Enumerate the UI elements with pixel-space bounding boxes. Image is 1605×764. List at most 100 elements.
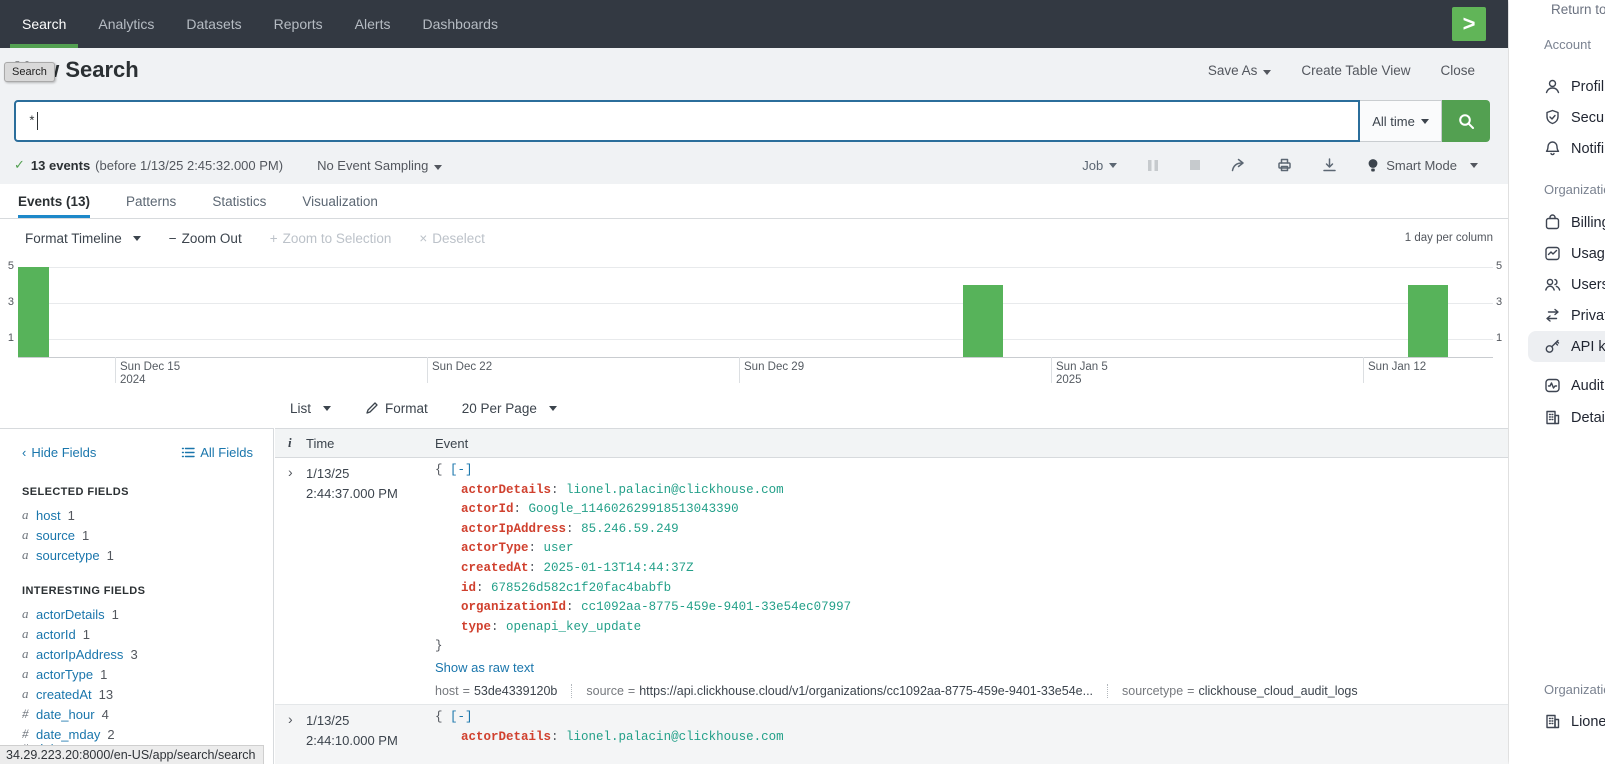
event-row: › 1/13/25 2:44:10.000 PM { [-] actorDeta… xyxy=(275,705,1508,764)
menu-item-notifications[interactable]: Notifi xyxy=(1544,140,1604,157)
json-line[interactable]: actorDetails: lionel.palacin@clickhouse.… xyxy=(435,481,1508,501)
json-colon: : xyxy=(529,561,537,575)
zoom-to-selection-button[interactable]: +Zoom to Selection xyxy=(270,231,392,246)
search-button[interactable] xyxy=(1442,100,1490,142)
stop-button[interactable] xyxy=(1189,159,1201,171)
nav-item-dashboards[interactable]: Dashboards xyxy=(406,0,514,48)
tab-events[interactable]: Events (13) xyxy=(18,184,90,218)
column-info: i xyxy=(275,435,306,451)
json-line[interactable]: organizationId: cc1092aa-8775-459e-9401-… xyxy=(435,598,1508,618)
menu-item-organization[interactable]: Lione xyxy=(1544,713,1605,730)
menu-item-audit[interactable]: Audit xyxy=(1544,377,1604,394)
timeline-bar[interactable] xyxy=(18,267,49,357)
per-page-dropdown[interactable]: 20 Per Page xyxy=(462,401,557,416)
json-line[interactable]: type: openapi_key_update xyxy=(435,618,1508,638)
save-as-button[interactable]: Save As xyxy=(1208,63,1272,78)
json-colon: : xyxy=(514,502,522,516)
organization-switcher-title: Organizatio xyxy=(1544,682,1605,697)
export-button[interactable] xyxy=(1322,158,1337,172)
print-button[interactable] xyxy=(1277,158,1292,172)
pause-button[interactable] xyxy=(1147,159,1159,172)
menu-item-api-keys[interactable]: API ke xyxy=(1544,338,1605,355)
json-line[interactable]: actorIpAddress: 85.246.59.249 xyxy=(435,520,1508,540)
nav-label: Dashboards xyxy=(422,16,498,32)
json-line[interactable]: createdAt: 2025-01-13T14:44:37Z xyxy=(435,559,1508,579)
nav-item-analytics[interactable]: Analytics xyxy=(82,0,170,48)
tab-statistics[interactable]: Statistics xyxy=(212,184,266,218)
expand-chevron-icon[interactable]: › xyxy=(275,708,306,764)
building-icon xyxy=(1544,713,1561,730)
menu-item-users[interactable]: Users xyxy=(1544,276,1605,293)
check-icon: ✓ xyxy=(14,157,25,173)
deselect-button[interactable]: ×Deselect xyxy=(419,231,484,246)
x-axis-label: Sun Dec 22 xyxy=(432,361,492,374)
splunk-logo-icon[interactable]: > xyxy=(1452,7,1486,41)
json-key: id xyxy=(461,581,476,595)
json-line[interactable]: actorDetails: lionel.palacin@clickhouse.… xyxy=(435,728,1508,748)
tab-patterns[interactable]: Patterns xyxy=(126,184,176,218)
magnifier-icon xyxy=(1458,113,1475,130)
menu-item-usage[interactable]: Usag xyxy=(1544,245,1605,262)
expand-chevron-icon[interactable]: › xyxy=(275,461,306,704)
event-count-range: (before 1/13/25 2:45:32.000 PM) xyxy=(95,158,283,173)
close-button[interactable]: Close xyxy=(1440,63,1475,78)
users-icon xyxy=(1544,276,1561,293)
event-sampling-dropdown[interactable]: No Event Sampling xyxy=(317,158,442,173)
format-results-button[interactable]: Format xyxy=(365,401,428,416)
tab-visualization[interactable]: Visualization xyxy=(302,184,378,218)
field-date-mday[interactable]: #date_mday2 xyxy=(22,724,253,744)
field-type-glyph: a xyxy=(22,666,36,682)
menu-item-security[interactable]: Secur xyxy=(1544,109,1605,126)
field-actorDetails[interactable]: aactorDetails1 xyxy=(22,604,253,624)
json-colon: : xyxy=(566,600,574,614)
nav-item-datasets[interactable]: Datasets xyxy=(170,0,257,48)
meta-host[interactable]: host=53de4339120b xyxy=(435,684,557,698)
json-line[interactable]: id: 678526d582c1f20fac4babfb xyxy=(435,579,1508,599)
timeline-bar[interactable] xyxy=(1408,285,1448,357)
field-date-hour[interactable]: #date_hour4 xyxy=(22,704,253,724)
field-actorIpAddress[interactable]: aactorIpAddress3 xyxy=(22,644,253,664)
json-line[interactable]: actorType: user xyxy=(435,539,1508,559)
field-sourcetype[interactable]: asourcetype1 xyxy=(22,545,253,565)
share-button[interactable] xyxy=(1231,158,1247,172)
menu-item-details[interactable]: Detai xyxy=(1544,409,1605,426)
json-line[interactable]: actorId: Google_114602629918513043390 xyxy=(435,500,1508,520)
list-view-dropdown[interactable]: List xyxy=(290,401,331,416)
job-menu-button[interactable]: Job xyxy=(1082,158,1117,173)
json-collapse-toggle[interactable]: [-] xyxy=(450,463,473,477)
field-createdAt[interactable]: acreatedAt13 xyxy=(22,684,253,704)
x-axis-label: Sun Jan 52025 xyxy=(1056,361,1108,387)
format-timeline-dropdown[interactable]: Format Timeline xyxy=(25,231,141,246)
return-to-link[interactable]: Return to xyxy=(1551,2,1605,17)
results-toolbar: List Format 20 Per Page xyxy=(0,388,1508,428)
timeline-bar[interactable] xyxy=(963,285,1003,357)
meta-sourcetype[interactable]: sourcetype=clickhouse_cloud_audit_logs xyxy=(1107,684,1358,698)
timeline-controls: Format Timeline −Zoom Out +Zoom to Selec… xyxy=(0,220,1508,256)
field-host[interactable]: ahost1 xyxy=(22,505,253,525)
show-raw-text-link[interactable]: Show as raw text xyxy=(435,660,534,675)
menu-item-profile[interactable]: Profil xyxy=(1544,78,1604,95)
event-row: › 1/13/25 2:44:37.000 PM { [-] actorDeta… xyxy=(275,458,1508,705)
field-source[interactable]: asource1 xyxy=(22,525,253,545)
field-actorType[interactable]: aactorType1 xyxy=(22,664,253,684)
event-time-cell: 1/13/25 2:44:10.000 PM xyxy=(306,708,435,764)
json-colon: : xyxy=(551,730,559,744)
field-type-glyph: a xyxy=(22,507,36,523)
json-collapse-toggle[interactable]: [-] xyxy=(450,710,473,724)
zoom-out-button[interactable]: −Zoom Out xyxy=(169,231,242,246)
menu-item-private[interactable]: Privat xyxy=(1544,307,1605,324)
field-actorId[interactable]: aactorId1 xyxy=(22,624,253,644)
search-mode-dropdown[interactable]: Smart Mode xyxy=(1367,158,1478,173)
menu-item-billing[interactable]: Billing xyxy=(1544,214,1605,231)
search-input[interactable]: * xyxy=(14,100,1360,142)
time-range-picker[interactable]: All time xyxy=(1360,100,1442,142)
nav-item-reports[interactable]: Reports xyxy=(258,0,339,48)
meta-source[interactable]: source=https://api.clickhouse.cloud/v1/o… xyxy=(571,684,1093,698)
nav-item-alerts[interactable]: Alerts xyxy=(339,0,407,48)
create-table-view-button[interactable]: Create Table View xyxy=(1301,63,1410,78)
browser-status-url: 34.29.223.20:8000/en-US/app/search/searc… xyxy=(0,745,264,764)
events-table-header: i Time Event xyxy=(275,428,1508,458)
nav-item-search[interactable]: Search xyxy=(6,0,82,48)
all-fields-button[interactable]: All Fields xyxy=(181,445,253,460)
hide-fields-button[interactable]: ‹Hide Fields xyxy=(22,445,96,460)
